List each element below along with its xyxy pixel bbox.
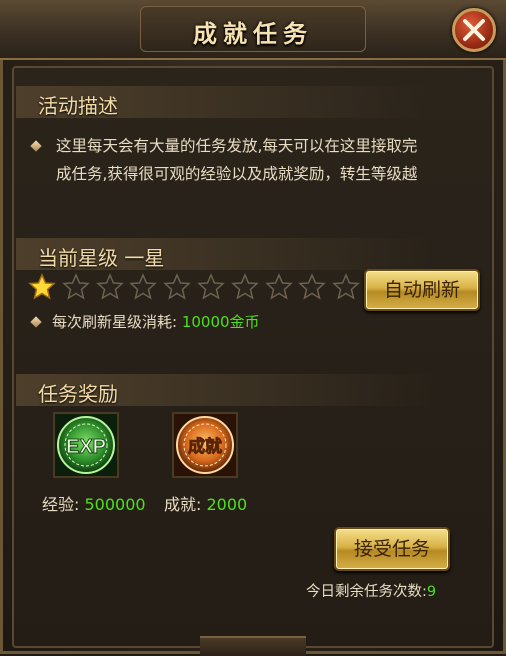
achievement-badge-icon: 成就 — [174, 414, 236, 476]
achievement-icon-text: 成就 — [188, 436, 222, 457]
refresh-cost: 每次刷新星级消耗: 10000金币 — [52, 311, 260, 332]
exp-reward-label: 经验: — [42, 495, 80, 514]
star-empty-icon — [61, 273, 90, 300]
exp-reward: 经验: 500000 — [42, 491, 146, 515]
star-empty-icon — [95, 273, 124, 300]
exp-icon-text: EXP — [66, 436, 106, 458]
achievement-reward-value: 2000 — [206, 495, 248, 514]
refresh-cost-label: 每次刷新星级消耗: — [52, 313, 178, 331]
star-empty-icon — [264, 273, 293, 300]
star-empty-icon — [163, 273, 191, 300]
dialog-title: 成就任务 — [193, 19, 313, 48]
star-empty-icon — [197, 273, 225, 300]
close-icon — [463, 19, 485, 41]
bottom-ornament — [200, 636, 306, 656]
star-empty-icon — [332, 273, 360, 300]
achievement-reward: 成就: 2000 — [164, 491, 247, 515]
accept-task-button[interactable]: 接受任务 — [334, 527, 450, 571]
star-empty-icon — [230, 273, 259, 300]
achievement-reward-label: 成就: — [164, 495, 202, 514]
star-level-heading: 当前星级 一星 — [38, 246, 165, 270]
rewards-heading: 任务奖励 — [38, 382, 118, 406]
star-empty-icon — [129, 273, 158, 300]
remaining-tasks: 今日剩余任务次数:9 — [306, 580, 436, 601]
remaining-tasks-label: 今日剩余任务次数: — [306, 584, 427, 600]
remaining-tasks-value: 9 — [426, 584, 437, 600]
achievement-reward-icon[interactable]: 成就 — [172, 412, 238, 478]
activity-desc-line-1: 这里每天会有大量的任务发放,每天可以在这里接取完 — [56, 137, 418, 155]
auto-refresh-button[interactable]: 自动刷新 — [364, 269, 480, 311]
refresh-cost-value: 10000金币 — [181, 313, 260, 331]
exp-reward-icon[interactable]: EXP — [53, 412, 119, 478]
activity-heading: 活动描述 — [38, 94, 118, 118]
close-button[interactable] — [452, 8, 496, 52]
exp-badge-icon: EXP — [55, 414, 117, 476]
star-empty-icon — [298, 273, 327, 300]
exp-reward-value: 500000 — [84, 495, 146, 514]
star-filled-icon — [28, 273, 56, 300]
activity-desc-line-2: 成任务,获得很可观的经验以及成就奖励，转生等级越 — [56, 165, 418, 183]
